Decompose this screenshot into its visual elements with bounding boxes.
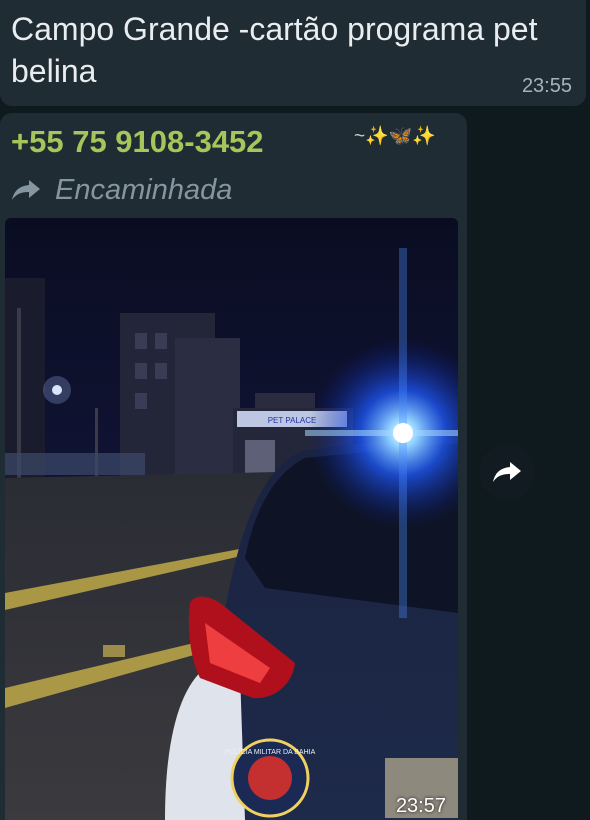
photo-scene: PET PALACE POLÍCIA MILITAR DA BAHIA: [5, 218, 458, 820]
forwarded-label: Encaminhada: [55, 173, 233, 206]
message-text: Campo Grande -cartão programa pet belina: [11, 11, 538, 89]
media-timestamp: 23:57: [395, 795, 446, 817]
forwarded-indicator: Encaminhada: [11, 172, 232, 208]
sender-phone[interactable]: +55 75 9108-3452: [11, 124, 264, 160]
share-button[interactable]: [479, 444, 535, 500]
sender-display-name: ~✨🦋✨: [354, 126, 437, 147]
message-photo[interactable]: PET PALACE POLÍCIA MILITAR DA BAHIA 23:5…: [5, 218, 458, 820]
vehicle-badge-text: POLÍCIA MILITAR DA BAHIA: [225, 747, 316, 756]
forward-arrow-icon: [12, 180, 40, 200]
share-icon: [493, 462, 521, 482]
message-timestamp: 23:55: [521, 75, 572, 97]
message-bubble-top[interactable]: Campo Grande -cartão programa pet belina…: [0, 0, 586, 106]
